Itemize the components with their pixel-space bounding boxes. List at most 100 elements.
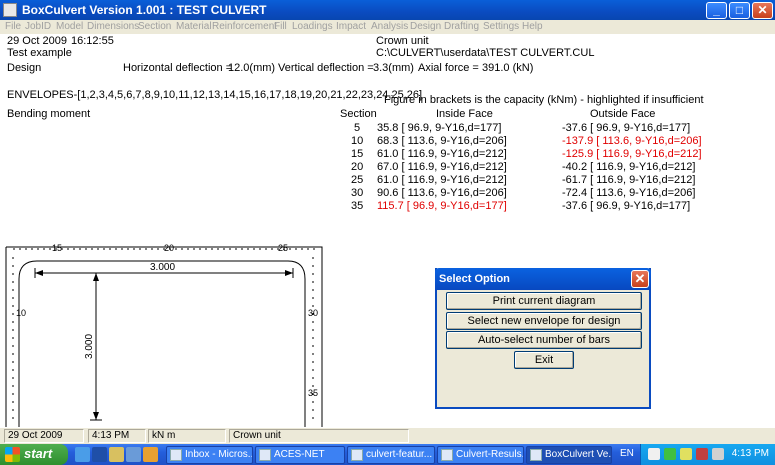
menu-model[interactable]: Model (56, 21, 83, 32)
status-bar: 29 Oct 2009 4:13 PM kN m Crown unit (0, 428, 775, 444)
system-tray: 4:13 PM (640, 444, 775, 465)
menu-impact[interactable]: Impact (336, 21, 366, 32)
tray-icon[interactable] (680, 448, 692, 460)
inside-face-value: 68.3 [ 113.6, 9-Y16,d=206] (377, 135, 507, 147)
window-icon (259, 449, 271, 461)
select-envelope-button[interactable]: Select new envelope for design (446, 312, 642, 330)
menu-settings[interactable]: Settings (483, 21, 519, 32)
exit-button[interactable]: Exit (514, 351, 574, 369)
outside-face-value: -72.4 [ 113.6, 9-Y16,d=206] (562, 187, 696, 199)
design-label: Design (7, 62, 42, 74)
auto-select-bars-button[interactable]: Auto-select number of bars (446, 331, 642, 349)
menu-help[interactable]: Help (522, 21, 543, 32)
menu-loadings[interactable]: Loadings (292, 21, 333, 32)
section-number: 30 (351, 187, 364, 199)
section-number: 15 (351, 148, 364, 160)
desktop-icon[interactable] (126, 447, 141, 462)
menu-material[interactable]: Material (176, 21, 212, 32)
status-units: kN m (148, 429, 226, 443)
mail-icon[interactable] (648, 448, 660, 460)
menu-analysis[interactable]: Analysis (371, 21, 408, 32)
span-value: 3.000 (150, 262, 175, 273)
menu-drafting[interactable]: Drafting (444, 21, 479, 32)
outlook-icon (170, 449, 182, 461)
envelopes-list: ENVELOPES-[1,2,3,4,5,6,7,8,9,10,11,12,13… (7, 89, 423, 101)
task-aces-net[interactable]: ACES-NET (255, 446, 345, 464)
report-date: 29 Oct 2009 (7, 35, 67, 47)
start-button[interactable]: start (0, 444, 68, 465)
culvert-diagram: 15 20 25 10 30 35 3.000 3.000 (5, 243, 323, 427)
menu-design[interactable]: Design (410, 21, 441, 32)
select-option-dialog: Select Option ✕ Print current diagram Se… (435, 268, 651, 409)
col-section: Section (340, 108, 377, 120)
section-number: 10 (351, 135, 364, 147)
hdefl-label: Horizontal deflection = (123, 62, 233, 74)
windows-flag-icon (5, 447, 20, 462)
window-icon (530, 449, 542, 461)
col-outside: Outside Face (590, 108, 656, 120)
culvert-outline-inner (18, 260, 306, 427)
results-canvas: 29 Oct 2009 16:12:55 Crown unit Test exa… (0, 34, 775, 428)
section-number: 25 (351, 174, 364, 186)
section-number: 5 (354, 122, 361, 134)
status-date: 29 Oct 2009 (4, 429, 84, 443)
node-label-20: 20 (164, 243, 174, 253)
volume-icon[interactable] (712, 448, 724, 460)
maximize-button[interactable]: □ (729, 2, 750, 19)
node-label-30: 30 (308, 308, 318, 318)
task-culvert-features[interactable]: culvert-featur... (347, 446, 435, 464)
bending-moment-label: Bending moment (7, 108, 91, 120)
hdefl-value: 12.0(mm) (228, 62, 276, 74)
print-diagram-button[interactable]: Print current diagram (446, 292, 642, 310)
title-bar: BoxCulvert Version 1.001 : TEST CULVERT … (0, 0, 775, 20)
app-icon (3, 3, 17, 17)
dialog-title-bar: Select Option ✕ (435, 268, 651, 290)
taskbar: start Inbox - Micros... ACES-NET culvert… (0, 444, 775, 465)
unit-name: Crown unit (376, 35, 429, 47)
height-value: 3.000 (84, 334, 95, 359)
node-label-35: 35 (308, 388, 318, 398)
explorer-icon[interactable] (109, 447, 124, 462)
report-time: 16:12:55 (71, 35, 114, 47)
section-number: 35 (351, 200, 364, 212)
clock[interactable]: 4:13 PM (732, 448, 769, 459)
menu-file[interactable]: File (5, 21, 21, 32)
close-button[interactable]: ✕ (752, 2, 773, 19)
outside-face-value: -125.9 [ 116.9, 9-Y16,d=212] (562, 148, 702, 160)
outside-face-value: -137.9 [ 113.6, 9-Y16,d=206] (562, 135, 702, 147)
dialog-title: Select Option (439, 273, 510, 285)
network-icon[interactable] (664, 448, 676, 460)
inside-face-value: 35.8 [ 96.9, 9-Y16,d=177] (377, 122, 502, 134)
inside-face-value: 115.7 [ 96.9, 9-Y16,d=177] (377, 200, 507, 212)
task-boxculvert[interactable]: BoxCulvert Ve... (526, 446, 612, 464)
minimize-button[interactable]: _ (706, 2, 727, 19)
axial-value: 391.0 (kN) (482, 62, 534, 74)
inside-face-value: 90.6 [ 113.6, 9-Y16,d=206] (377, 187, 507, 199)
vdefl-value: 3.3(mm) (373, 62, 414, 74)
culvert-outline-outer (6, 246, 323, 427)
outside-face-value: -61.7 [ 116.9, 9-Y16,d=212] (562, 174, 696, 186)
dimension-arrows (35, 270, 293, 420)
document-icon (351, 449, 363, 461)
col-inside: Inside Face (436, 108, 493, 120)
menu-fill[interactable]: Fill (274, 21, 287, 32)
node-label-15: 15 (52, 243, 62, 253)
capacity-note: Figure in brackets is the capacity (kNm)… (384, 94, 704, 106)
axial-label: Axial force = (418, 62, 479, 74)
ie-icon[interactable] (75, 447, 90, 462)
vdefl-label: Vertical deflection = (278, 62, 374, 74)
menu-dimensions[interactable]: Dimensions (87, 21, 139, 32)
media-icon[interactable] (143, 447, 158, 462)
word-icon[interactable] (92, 447, 107, 462)
menu-section[interactable]: Section (138, 21, 171, 32)
menu-reinforcement[interactable]: Reinforcement (212, 21, 277, 32)
node-label-10: 10 (16, 308, 26, 318)
menu-jobid[interactable]: JobID (25, 21, 51, 32)
security-icon[interactable] (696, 448, 708, 460)
dialog-close-button[interactable]: ✕ (631, 270, 649, 288)
task-culvert-results[interactable]: Culvert-Resuls... (437, 446, 524, 464)
task-inbox[interactable]: Inbox - Micros... (166, 446, 253, 464)
outside-face-value: -37.6 [ 96.9, 9-Y16,d=177] (562, 122, 691, 134)
outside-face-value: -37.6 [ 96.9, 9-Y16,d=177] (562, 200, 691, 212)
language-indicator[interactable]: EN (620, 448, 634, 459)
